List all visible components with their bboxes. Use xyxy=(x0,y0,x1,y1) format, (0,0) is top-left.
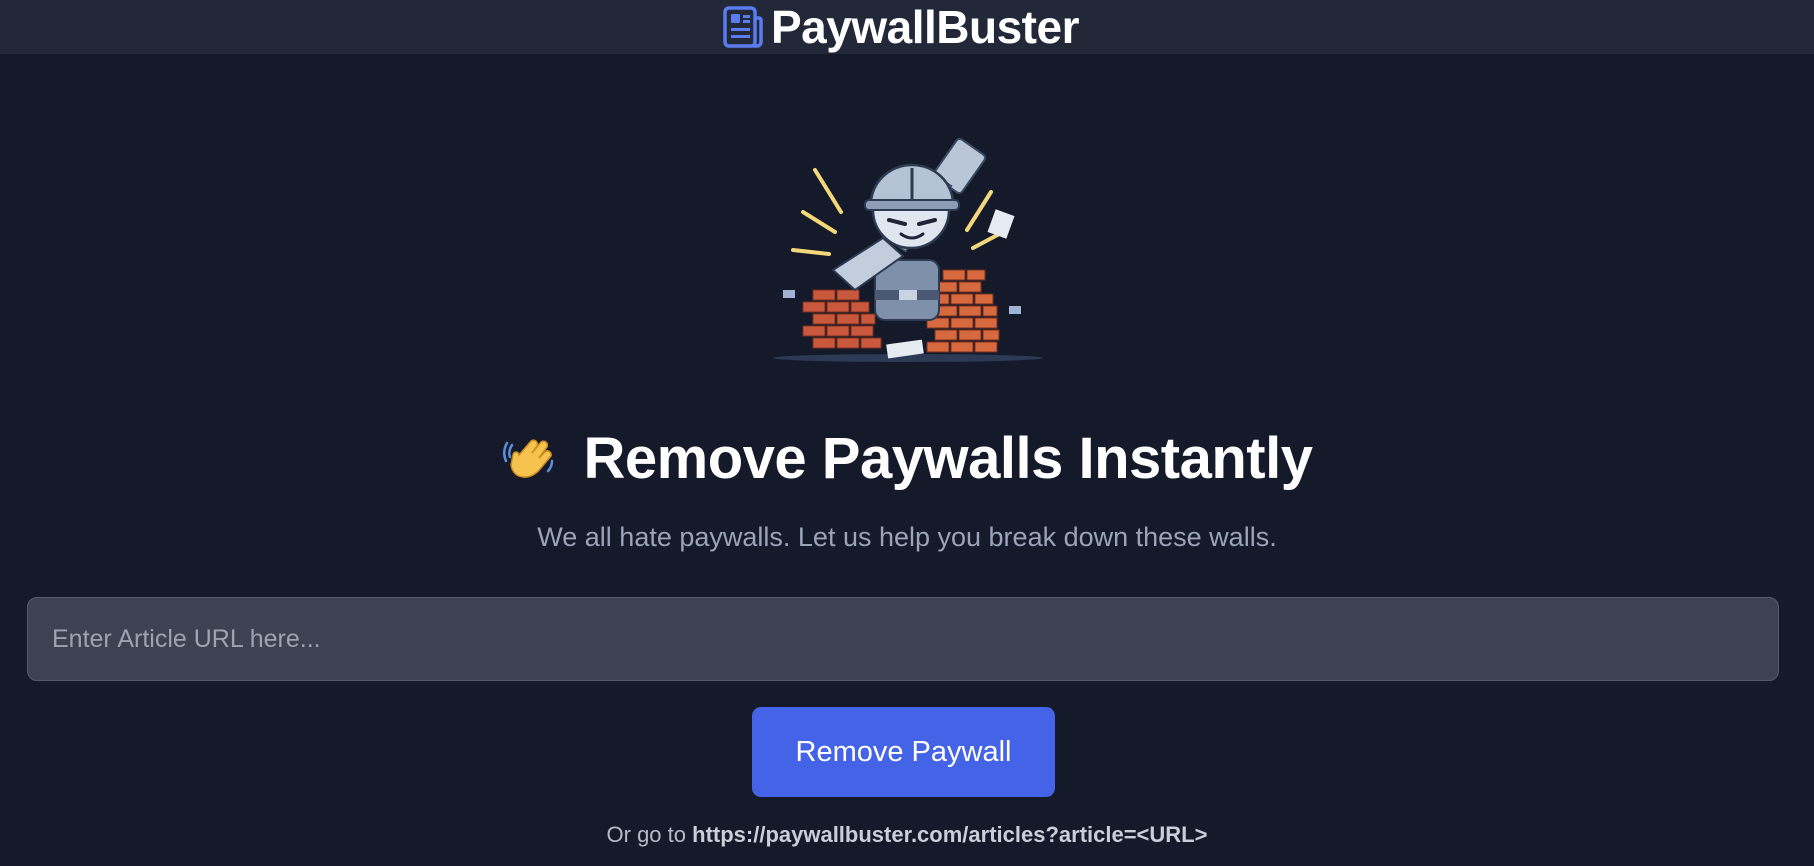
article-url-input[interactable] xyxy=(27,597,1779,681)
subtitle: We all hate paywalls. Let us help you br… xyxy=(537,522,1277,552)
footnote-prefix: Or go to xyxy=(606,822,686,847)
newspaper-icon xyxy=(723,6,763,48)
headline: Remove Paywalls Instantly xyxy=(0,425,1814,492)
hero-illustration xyxy=(763,120,1053,380)
waving-hand-icon xyxy=(502,431,558,487)
top-bar: PaywallBuster xyxy=(0,0,1814,54)
app-title: PaywallBuster xyxy=(771,1,1079,53)
footnote-url: https://paywallbuster.com/articles?artic… xyxy=(692,822,1208,847)
brand-logo[interactable]: PaywallBuster xyxy=(723,0,1079,54)
footnote: Or go to https://paywallbuster.com/artic… xyxy=(0,822,1814,848)
page-title: Remove Paywalls Instantly xyxy=(583,426,1313,491)
remove-paywall-button[interactable]: Remove Paywall xyxy=(752,707,1055,797)
